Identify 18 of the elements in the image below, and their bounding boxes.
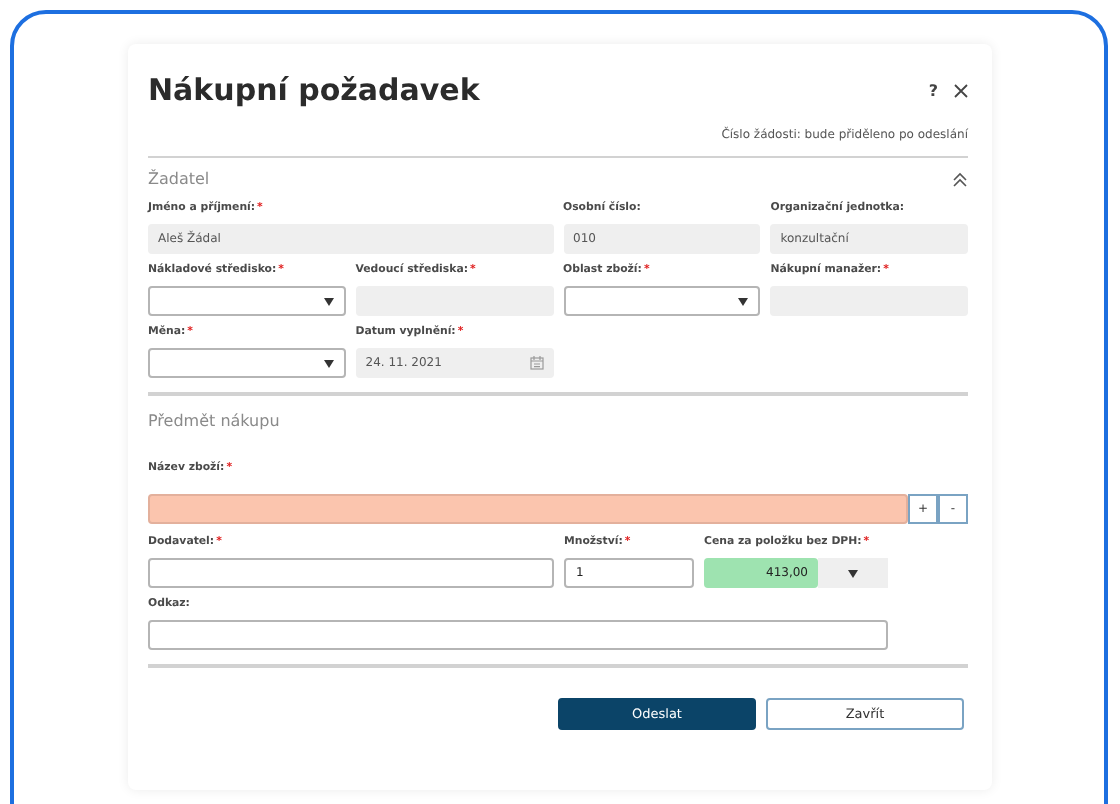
caret-icon <box>848 569 858 577</box>
section-title: Žadatel <box>148 170 210 188</box>
select-field[interactable] <box>148 286 346 316</box>
select-field[interactable] <box>563 286 761 316</box>
item-name-field[interactable] <box>148 494 908 524</box>
caret-icon <box>323 297 334 305</box>
select-field[interactable] <box>148 348 346 378</box>
caret-icon <box>738 297 749 305</box>
link-field[interactable] <box>148 620 888 650</box>
dialog-title: Nákupní požadavek <box>148 72 480 108</box>
calendar-icon <box>529 356 543 370</box>
caret-icon <box>323 359 334 367</box>
collapse-icon[interactable] <box>952 171 968 187</box>
help-icon[interactable]: ? <box>928 81 938 99</box>
section-title: Předmět nákupu <box>148 412 280 430</box>
supplier-field[interactable] <box>148 558 554 588</box>
close-icon[interactable] <box>954 83 968 97</box>
currency-select[interactable] <box>818 558 888 588</box>
